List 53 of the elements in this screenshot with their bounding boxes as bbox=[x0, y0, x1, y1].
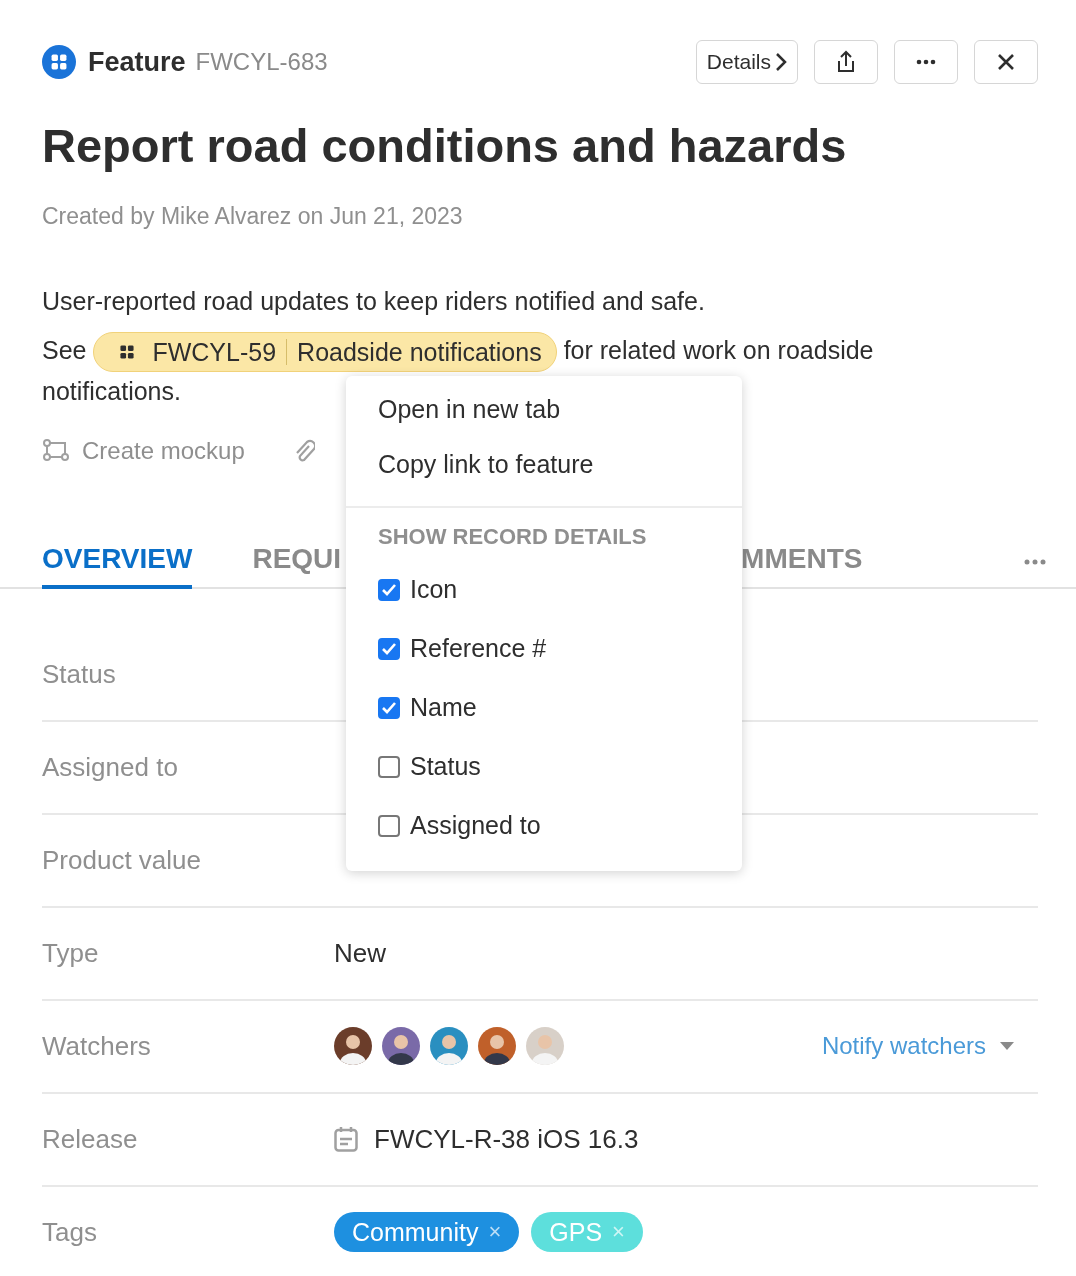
mockup-icon bbox=[42, 438, 72, 463]
checkbox[interactable] bbox=[378, 814, 400, 837]
description-text: for related work on roadside bbox=[563, 335, 874, 364]
created-info: Created by Mike Alvarez on Jun 21, 2023 bbox=[42, 203, 464, 230]
field-label: Product value bbox=[42, 844, 202, 876]
field-label: Status bbox=[42, 658, 117, 690]
release-link[interactable]: FWCYL-R-38 iOS 16.3 bbox=[374, 1123, 639, 1155]
check-icon bbox=[381, 700, 397, 715]
checkbox-label: Reference # bbox=[410, 634, 547, 663]
tab[interactable]: OVERVIEW bbox=[42, 542, 193, 589]
record-link[interactable]: FWCYL-59 Roadside notifications bbox=[93, 332, 557, 373]
menu-item[interactable]: Open in new tab bbox=[346, 382, 742, 437]
check-icon bbox=[381, 641, 397, 656]
checkbox[interactable] bbox=[378, 637, 400, 660]
calendar-icon bbox=[334, 1126, 358, 1153]
more-icon[interactable] bbox=[1024, 558, 1046, 565]
tag[interactable]: Community × bbox=[334, 1212, 520, 1253]
details-button[interactable]: Details bbox=[695, 40, 798, 84]
menu-item[interactable]: Copy link to feature bbox=[346, 437, 742, 492]
field-label: Assigned to bbox=[42, 751, 179, 783]
record-title: Report road conditions and hazards bbox=[42, 118, 848, 173]
feature-icon bbox=[42, 45, 76, 79]
share-button[interactable] bbox=[814, 40, 878, 84]
tab[interactable]: MMENTS bbox=[741, 542, 863, 589]
field-label: Release bbox=[42, 1123, 139, 1155]
checkbox-label: Assigned to bbox=[410, 811, 541, 840]
share-icon bbox=[836, 50, 856, 74]
checkbox[interactable] bbox=[378, 578, 400, 601]
checkbox[interactable] bbox=[378, 755, 400, 778]
checkbox-label: Icon bbox=[410, 575, 458, 604]
field-label: Type bbox=[42, 937, 100, 969]
record-type: Feature bbox=[88, 46, 186, 78]
caret-icon bbox=[1000, 1042, 1014, 1051]
tab[interactable]: REQUI bbox=[252, 542, 342, 589]
description-text: notifications. bbox=[42, 377, 181, 406]
record-reference: FWCYL-683 bbox=[195, 48, 328, 76]
close-icon bbox=[997, 53, 1015, 71]
menu-section-title: SHOW RECORD DETAILS bbox=[377, 524, 648, 551]
close-button[interactable] bbox=[974, 40, 1038, 84]
field-label: Tags bbox=[42, 1216, 98, 1248]
checkbox[interactable] bbox=[378, 696, 400, 719]
field-value: New bbox=[334, 937, 386, 969]
check-icon bbox=[381, 582, 397, 597]
create-mockup-link[interactable]: Create mockup bbox=[42, 436, 245, 465]
checkbox-label: Status bbox=[410, 752, 481, 781]
description-text: User-reported road updates to keep riders notified and safe. bbox=[42, 286, 706, 317]
notify-watchers-button[interactable]: Notify watchers bbox=[815, 1031, 1020, 1062]
more-icon bbox=[916, 59, 936, 65]
remove-icon[interactable]: × bbox=[488, 1219, 502, 1246]
chevron-icon bbox=[775, 52, 787, 72]
description-text: See bbox=[42, 335, 87, 364]
field-label: Watchers bbox=[42, 1030, 152, 1062]
checkbox-label: Name bbox=[410, 693, 477, 722]
